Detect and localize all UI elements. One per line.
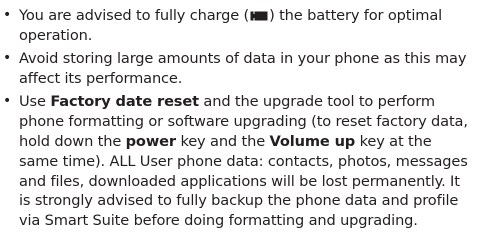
- bullet-icon: •: [3, 50, 12, 67]
- tips-bullet-list: • You are advised to fully charge ( ) th…: [0, 6, 477, 235]
- list-item-avoid-storing: • Avoid storing large amounts of data in…: [0, 49, 477, 89]
- charge-text-start: You are advised to fully charge (: [19, 7, 250, 24]
- reset-text-1: Use: [19, 93, 51, 111]
- volume-up-key-term: Volume up: [269, 132, 356, 150]
- power-key-term: power: [125, 132, 176, 150]
- factory-reset-term: Factory date reset: [50, 93, 199, 111]
- battery-full-icon: [250, 11, 268, 21]
- list-item-factory-reset: • Use Factory date reset and the upgrade…: [0, 92, 477, 231]
- list-item-charge-battery: • You are advised to fully charge ( ) th…: [0, 6, 477, 46]
- reset-text-3: key and the: [175, 132, 270, 150]
- storage-warning-text: Avoid storing large amounts of data in y…: [19, 50, 467, 87]
- bullet-icon: •: [3, 7, 12, 23]
- manual-page: • You are advised to fully charge ( ) th…: [0, 0, 477, 249]
- bullet-icon: •: [3, 93, 12, 110]
